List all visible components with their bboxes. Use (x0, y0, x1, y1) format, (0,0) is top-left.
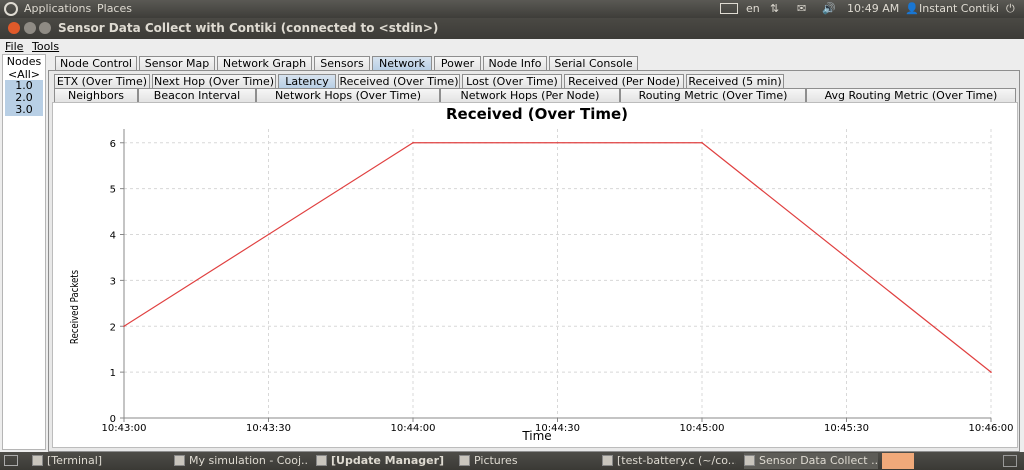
chart-area: Received (Over Time) 0 1 2 3 4 5 6 10:43:00 10:4… (52, 102, 1018, 448)
tab-received-per-node[interactable]: Received (Per Node) (564, 74, 684, 88)
tab-received-5-min[interactable]: Received (5 min) (686, 74, 784, 88)
tab-network-hops-per-node[interactable]: Network Hops (Per Node) (440, 88, 620, 102)
window-title: Sensor Data Collect with Contiki (connec… (58, 21, 439, 35)
node-item[interactable]: 3.0 (5, 104, 43, 116)
tab-received-over-time[interactable]: Received (Over Time) (338, 74, 460, 88)
tab-power[interactable]: Power (434, 56, 481, 70)
taskbar-item[interactable]: My simulation - Cooj... (174, 453, 308, 469)
close-icon[interactable] (8, 22, 20, 34)
terminal-icon (32, 455, 43, 466)
tab-node-info[interactable]: Node Info (483, 56, 547, 70)
tab-lost-over-time[interactable]: Lost (Over Time) (462, 74, 562, 88)
tools-menu[interactable]: Tools (32, 40, 59, 53)
taskbar-item-active[interactable]: Sensor Data Collect ... (744, 453, 878, 469)
window-titlebar: Sensor Data Collect with Contiki (connec… (0, 18, 1024, 39)
tab-network[interactable]: Network (372, 56, 432, 70)
received-over-time-chart: Received (Over Time) 012345610:43:00 10:4… (69, 105, 1014, 443)
x-tick-label: 10:43:30 (246, 423, 291, 434)
taskbar: [Terminal] My simulation - Cooj... [Upda… (0, 452, 1024, 470)
show-desktop-icon[interactable] (4, 455, 18, 466)
user-menu[interactable]: Instant Contiki (919, 2, 999, 15)
menu-bar: File Tools (0, 39, 1024, 54)
nodes-list: Nodes <All> 1.0 2.0 3.0 (2, 54, 46, 450)
data-point (990, 371, 992, 373)
tab-sensor-map[interactable]: Sensor Map (139, 56, 215, 70)
taskbar-item[interactable]: [Update Manager] (316, 453, 450, 469)
applications-menu[interactable]: Applications (24, 2, 91, 15)
taskbar-item[interactable]: Pictures (459, 453, 593, 469)
x-tick-label: 10:46:00 (969, 423, 1014, 434)
network-icon[interactable]: ⇅ (770, 2, 779, 15)
data-point (701, 141, 703, 144)
x-axis-label: Time (521, 429, 551, 443)
trash-icon[interactable] (1003, 455, 1017, 467)
power-icon[interactable]: ⏻ (1006, 2, 1015, 16)
nodes-header: Nodes (6, 55, 42, 68)
tab-next-hop-over-time[interactable]: Next Hop (Over Time) (152, 74, 276, 88)
minimize-icon[interactable] (24, 22, 36, 34)
x-tick-label: 10:45:00 (680, 423, 725, 434)
top-panel: Applications Places en ⇅ ✉ 🔊 10:49 AM 👤 … (0, 0, 1024, 18)
tab-avg-routing-metric-over-time[interactable]: Avg Routing Metric (Over Time) (806, 88, 1016, 102)
tab-beacon-interval[interactable]: Beacon Interval (138, 88, 256, 102)
data-point (123, 325, 125, 328)
tab-neighbors[interactable]: Neighbors (54, 88, 138, 102)
text-editor-icon (602, 455, 613, 466)
tab-sensors[interactable]: Sensors (314, 56, 370, 70)
y-tick-label: 5 (110, 185, 116, 196)
x-tick-label: 10:44:00 (391, 423, 436, 434)
clock[interactable]: 10:49 AM (847, 2, 899, 15)
maximize-icon[interactable] (39, 22, 51, 34)
taskbar-item[interactable]: [Terminal] (32, 453, 162, 469)
mail-icon[interactable]: ✉ (797, 2, 806, 15)
x-tick-label: 10:45:30 (824, 423, 869, 434)
chart-grid (123, 129, 992, 419)
ubuntu-logo-icon[interactable] (4, 2, 18, 16)
java-icon (744, 455, 755, 466)
chart-title: Received (Over Time) (446, 105, 628, 123)
tab-serial-console[interactable]: Serial Console (549, 56, 638, 70)
tab-etx-over-time[interactable]: ETX (Over Time) (54, 74, 150, 88)
tab-node-control[interactable]: Node Control (55, 56, 137, 70)
taskbar-item[interactable]: [test-battery.c (~/co... (602, 453, 736, 469)
workspace-switcher[interactable] (882, 453, 914, 469)
java-icon (174, 455, 185, 466)
places-menu[interactable]: Places (97, 2, 132, 15)
folder-icon (459, 455, 470, 466)
y-tick-label: 1 (110, 368, 116, 379)
y-tick-label: 3 (110, 276, 116, 287)
user-icon: 👤 (905, 2, 919, 15)
tab-network-hops-over-time[interactable]: Network Hops (Over Time) (256, 88, 440, 102)
y-tick-label: 2 (110, 322, 116, 333)
y-axis-label: Received Packets (69, 270, 81, 344)
x-tick-label: 10:43:00 (102, 423, 147, 434)
file-menu[interactable]: File (5, 40, 23, 53)
y-tick-label: 6 (110, 139, 116, 150)
language-indicator[interactable]: en (746, 2, 760, 15)
tab-latency[interactable]: Latency (278, 74, 336, 88)
data-point (412, 141, 414, 144)
tab-network-graph[interactable]: Network Graph (217, 56, 312, 70)
volume-icon[interactable]: 🔊 (822, 2, 836, 15)
update-icon (316, 455, 327, 466)
y-tick-label: 4 (110, 231, 116, 242)
tab-routing-metric-over-time[interactable]: Routing Metric (Over Time) (620, 88, 806, 102)
keyboard-icon[interactable] (720, 3, 738, 14)
